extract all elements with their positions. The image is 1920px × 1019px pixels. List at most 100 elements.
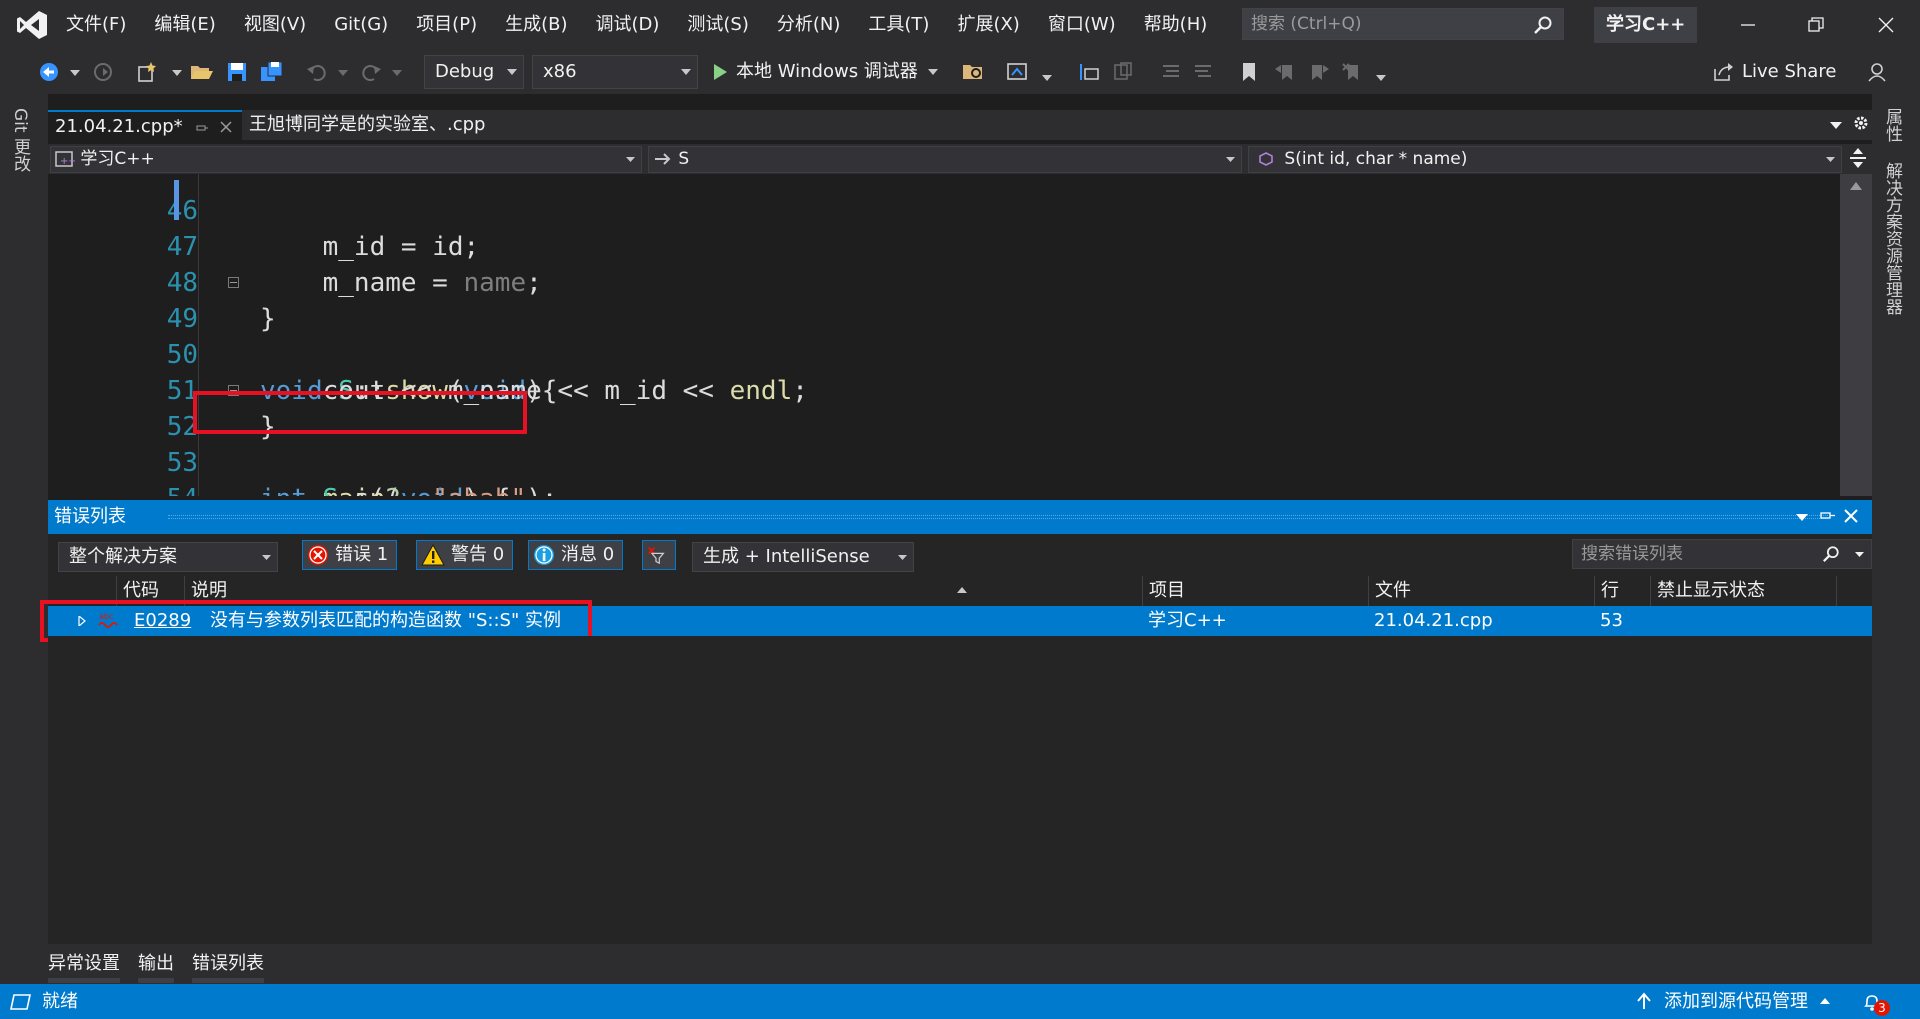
- undo-dropdown-icon[interactable]: [338, 70, 348, 76]
- error-search-input[interactable]: 搜索错误列表: [1572, 539, 1872, 569]
- tab-second-cpp[interactable]: 王旭博同学是的实验室、.cpp: [242, 110, 485, 140]
- status-item-icon[interactable]: [10, 993, 32, 1011]
- platform-select[interactable]: x86: [532, 55, 698, 89]
- error-file[interactable]: 21.04.21.cpp: [1374, 606, 1493, 636]
- menu-extensions[interactable]: 扩展(X): [943, 0, 1033, 50]
- add-to-source-control-button[interactable]: 添加到源代码管理: [1664, 984, 1808, 1019]
- close-window-button[interactable]: [1852, 0, 1920, 50]
- play-icon: [714, 64, 727, 80]
- menu-test[interactable]: 测试(S): [673, 0, 762, 50]
- error-source-select[interactable]: 生成 + IntelliSense: [692, 542, 914, 572]
- panel-menu-icon[interactable]: [1796, 514, 1808, 521]
- type-scope-select[interactable]: S: [648, 146, 1242, 173]
- messages-filter-button[interactable]: 消息 0: [528, 540, 624, 570]
- close-tab-icon[interactable]: [220, 121, 232, 133]
- column-suppression-state[interactable]: 禁止显示状态: [1650, 576, 1836, 606]
- search-icon: [1821, 545, 1841, 563]
- code-line: 47 m_name = name;: [48, 193, 1840, 298]
- previous-bookmark-icon[interactable]: [1274, 61, 1296, 83]
- tab-underline: [138, 978, 174, 983]
- menu-project[interactable]: 项目(P): [402, 0, 491, 50]
- scroll-up-icon[interactable]: [1850, 182, 1862, 190]
- live-share-button[interactable]: Live Share: [1712, 55, 1836, 89]
- step-over-icon[interactable]: [1112, 61, 1134, 83]
- project-scope-select[interactable]: ++ 学习C++: [50, 146, 642, 173]
- tab-list-dropdown-icon[interactable]: [1830, 122, 1842, 129]
- chevron-down-icon: [927, 69, 938, 75]
- menu-git[interactable]: Git(G): [320, 0, 402, 50]
- search-options-icon[interactable]: [1855, 552, 1864, 557]
- arrow-right-icon: [653, 151, 673, 167]
- error-scope-select[interactable]: 整个解决方案: [58, 542, 278, 572]
- save-icon[interactable]: [226, 61, 248, 83]
- member-scope-select[interactable]: S(int id, char * name): [1248, 146, 1842, 173]
- toolbar-overflow-icon[interactable]: [1376, 75, 1386, 81]
- menu-view[interactable]: 视图(V): [230, 0, 320, 50]
- configuration-select[interactable]: Debug: [424, 55, 524, 89]
- navigate-back-icon[interactable]: [38, 61, 60, 83]
- clear-filter-button[interactable]: [642, 540, 676, 570]
- restore-button[interactable]: [1782, 0, 1850, 50]
- errors-filter-button[interactable]: 错误 1: [302, 540, 398, 570]
- menu-debug[interactable]: 调试(D): [582, 0, 674, 50]
- split-editor-icon[interactable]: [1848, 147, 1868, 169]
- visual-studio-logo-icon[interactable]: [16, 9, 48, 41]
- menu-file[interactable]: 文件(F): [52, 0, 140, 50]
- feedback-icon[interactable]: [1866, 61, 1888, 83]
- menu-edit[interactable]: 编辑(E): [140, 0, 229, 50]
- browser-dropdown-icon[interactable]: [1042, 75, 1052, 81]
- error-scope-value: 整个解决方案: [69, 546, 177, 567]
- browser-link-icon[interactable]: [1006, 61, 1030, 83]
- comment-out-icon[interactable]: [1160, 61, 1182, 83]
- redo-icon[interactable]: [360, 61, 382, 83]
- warnings-count-label: 警告 0: [451, 544, 505, 565]
- column-file[interactable]: 文件: [1368, 576, 1594, 606]
- close-panel-icon[interactable]: [1844, 509, 1858, 523]
- pin-icon[interactable]: [196, 123, 208, 133]
- save-all-icon[interactable]: [260, 61, 284, 83]
- menu-tools[interactable]: 工具(T): [854, 0, 943, 50]
- menu-help[interactable]: 帮助(H): [1130, 0, 1222, 50]
- code-editor[interactable]: 46 m_id = id; 47 m_name = name; 48 } 49 …: [48, 174, 1872, 496]
- bookmark-icon[interactable]: [1240, 61, 1258, 83]
- solution-explorer-tab[interactable]: 解决方案资源管理器: [1880, 162, 1905, 315]
- navigate-forward-icon[interactable]: [92, 61, 114, 83]
- solution-name-badge[interactable]: 学习C++: [1594, 7, 1698, 43]
- column-line[interactable]: 行: [1594, 576, 1650, 606]
- redo-dropdown-icon[interactable]: [392, 70, 402, 76]
- editor-vertical-scrollbar[interactable]: [1840, 174, 1872, 496]
- error-line: 53: [1600, 610, 1623, 631]
- open-folder-icon[interactable]: [190, 61, 214, 83]
- search-input[interactable]: 搜索 (Ctrl+Q): [1242, 8, 1564, 40]
- column-description-label: 说明: [191, 580, 227, 601]
- tab-underline: [48, 978, 120, 983]
- chevron-down-icon: [681, 69, 691, 75]
- code-line: 46 m_id = id;: [48, 174, 1840, 262]
- undo-icon[interactable]: [306, 61, 328, 83]
- new-project-icon[interactable]: [136, 61, 158, 83]
- clear-bookmarks-icon[interactable]: [1342, 61, 1364, 83]
- step-into-icon[interactable]: [1078, 61, 1100, 83]
- minimize-button[interactable]: [1714, 0, 1782, 50]
- next-bookmark-icon[interactable]: [1308, 61, 1330, 83]
- menu-window[interactable]: 窗口(W): [1034, 0, 1130, 50]
- svg-text:++: ++: [60, 156, 75, 167]
- back-dropdown-icon[interactable]: [70, 70, 80, 76]
- collapse-region-icon[interactable]: [228, 277, 239, 288]
- find-in-files-icon[interactable]: [962, 61, 986, 83]
- title-bar: 文件(F) 编辑(E) 视图(V) Git(G) 项目(P) 生成(B) 调试(…: [0, 0, 1920, 50]
- uncomment-icon[interactable]: [1192, 61, 1214, 83]
- column-project[interactable]: 项目: [1142, 576, 1368, 606]
- change-tracking-bar: [174, 180, 179, 220]
- warnings-filter-button[interactable]: 警告 0: [416, 540, 514, 570]
- platform-value: x86: [543, 61, 577, 82]
- tab-21-04-21-cpp[interactable]: 21.04.21.cpp*: [48, 110, 242, 140]
- properties-tab[interactable]: 属性: [1880, 108, 1905, 142]
- settings-gear-icon[interactable]: [1852, 114, 1870, 132]
- git-changes-tab[interactable]: Git 更改: [8, 108, 33, 172]
- new-dropdown-icon[interactable]: [172, 70, 182, 76]
- menu-analyze[interactable]: 分析(N): [763, 0, 855, 50]
- start-debugging-button[interactable]: 本地 Windows 调试器: [712, 55, 938, 89]
- menu-build[interactable]: 生成(B): [491, 0, 581, 50]
- pin-panel-icon[interactable]: [1820, 509, 1836, 523]
